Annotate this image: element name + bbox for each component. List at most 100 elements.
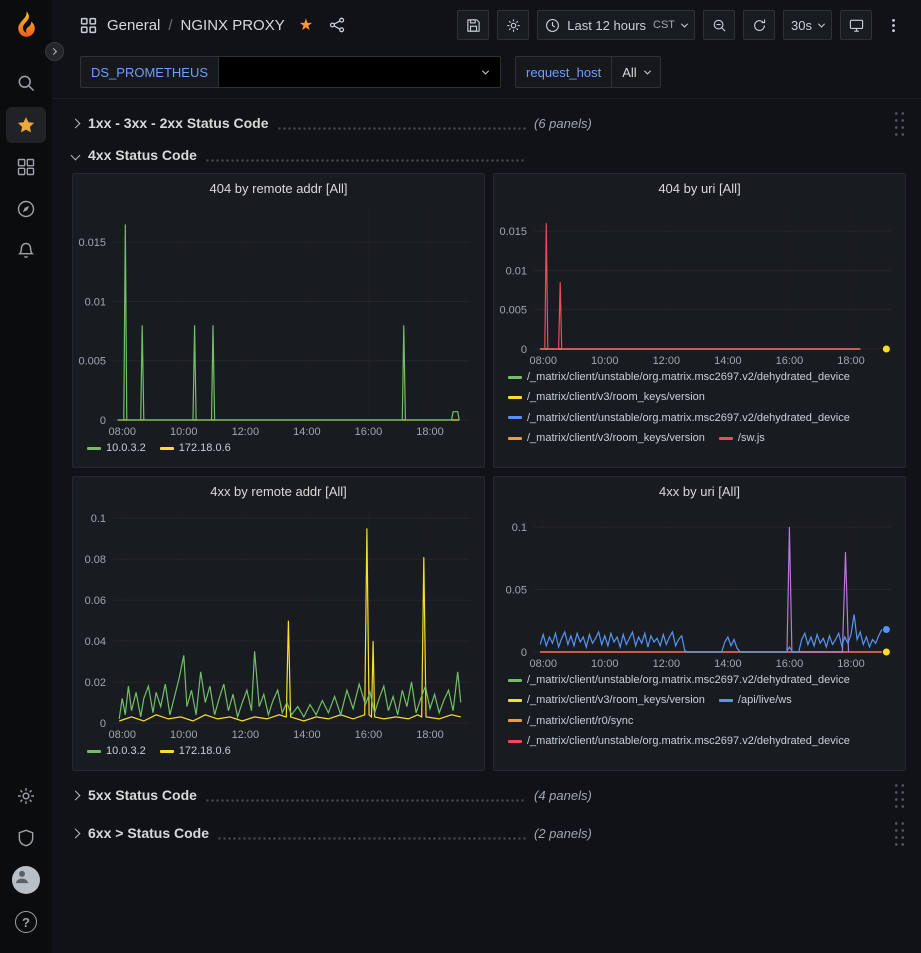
chart-legend: 10.0.3.2 172.18.0.6 — [73, 741, 484, 758]
variable-datasource: DS_PROMETHEUS — [80, 56, 501, 88]
svg-text:0.08: 0.08 — [85, 554, 106, 566]
row-title-group: 4xx Status Code — [72, 147, 534, 163]
legend-color-line — [508, 437, 522, 440]
row-4xx[interactable]: 4xx Status Code — [72, 141, 906, 169]
legend-item[interactable]: /_matrix/client/v3/room_keys/version — [508, 390, 705, 404]
compass-icon — [16, 199, 36, 219]
svg-text:18:00: 18:00 — [416, 729, 444, 741]
row-title[interactable]: 4xx Status Code — [88, 147, 197, 163]
grafana-logo[interactable] — [10, 9, 43, 42]
legend-item[interactable]: 172.18.0.6 — [160, 441, 231, 455]
sidebar-item-alerting[interactable] — [6, 233, 46, 269]
datasource-variable-label[interactable]: DS_PROMETHEUS — [80, 56, 219, 88]
favorite-star-icon[interactable]: ★ — [299, 15, 313, 35]
legend-item[interactable]: /_matrix/client/v3/room_keys/version — [508, 431, 705, 445]
panel-count: (2 panels) — [534, 826, 592, 841]
legend-item[interactable]: /_matrix/client/r0/sync — [508, 714, 633, 728]
svg-text:08:00: 08:00 — [108, 729, 136, 741]
request-host-variable-label[interactable]: request_host — [515, 56, 612, 88]
row-1xx-3xx-2xx[interactable]: 1xx - 3xx - 2xx Status Code (6 panels) — [72, 109, 906, 137]
variables-submenu: DS_PROMETHEUS request_host All — [52, 50, 921, 99]
dotted-leader — [205, 159, 526, 162]
sidebar-expand-chevron[interactable] — [45, 42, 64, 61]
cycle-view-mode-button[interactable] — [840, 10, 872, 40]
legend-item[interactable]: /_matrix/client/unstable/org.matrix.msc2… — [508, 411, 850, 425]
drag-handle-dots[interactable] — [893, 782, 906, 809]
caret-down-icon — [681, 20, 688, 27]
row-title[interactable]: 1xx - 3xx - 2xx Status Code — [88, 115, 269, 131]
svg-text:16:00: 16:00 — [355, 729, 383, 741]
legend-item[interactable]: 10.0.3.2 — [87, 441, 146, 455]
timeseries-chart-404-remote-addr[interactable]: 00.0050.010.01508:0010:0012:0014:0016:00… — [73, 202, 484, 438]
sidebar-item-search[interactable] — [6, 65, 46, 101]
chevron-right-icon — [71, 118, 81, 128]
refresh-interval-label: 30s — [791, 18, 812, 33]
sidebar-item-dashboards[interactable] — [6, 149, 46, 185]
zoom-out-time-button[interactable] — [703, 10, 735, 40]
legend-item[interactable]: /_matrix/client/unstable/org.matrix.msc2… — [508, 673, 850, 687]
time-zone-label: CST — [653, 19, 675, 31]
svg-text:08:00: 08:00 — [529, 355, 557, 367]
sidebar-item-configuration[interactable] — [6, 778, 46, 814]
time-range-picker[interactable]: Last 12 hours CST — [537, 10, 695, 40]
row-title-group: 6xx > Status Code — [72, 825, 534, 841]
legend-color-line — [508, 376, 522, 379]
panel-title[interactable]: 404 by uri [All] — [494, 174, 905, 202]
request-host-value-select[interactable]: All — [612, 56, 660, 88]
svg-text:10:00: 10:00 — [591, 658, 619, 670]
svg-text:16:00: 16:00 — [355, 426, 383, 438]
svg-text:0.015: 0.015 — [78, 237, 106, 249]
legend-item[interactable]: /_matrix/client/unstable/org.matrix.msc2… — [508, 370, 850, 384]
save-dashboard-button[interactable] — [457, 10, 489, 40]
sidebar-item-help[interactable]: ? — [6, 904, 46, 940]
row-6xx[interactable]: 6xx > Status Code (2 panels) — [72, 819, 906, 847]
legend-item[interactable]: 10.0.3.2 — [87, 744, 146, 758]
sidebar-item-server-admin[interactable] — [6, 820, 46, 856]
kebab-menu-button[interactable] — [880, 10, 906, 40]
chart-legend: /_matrix/client/unstable/org.matrix.msc2… — [494, 670, 905, 748]
settings-gear-icon — [506, 18, 521, 33]
svg-text:18:00: 18:00 — [416, 426, 444, 438]
sidebar-item-starred[interactable] — [6, 107, 46, 143]
timeseries-chart-404-uri[interactable]: 00.0050.010.01508:0010:0012:0014:0016:00… — [494, 202, 905, 367]
chevron-right-icon — [50, 48, 57, 55]
panel-title[interactable]: 4xx by uri [All] — [494, 477, 905, 505]
drag-handle-dots[interactable] — [893, 110, 906, 137]
legend-item[interactable]: 172.18.0.6 — [160, 744, 231, 758]
breadcrumb-folder[interactable]: General — [107, 17, 160, 34]
share-icon[interactable] — [329, 17, 345, 33]
legend-item[interactable]: /_matrix/client/v3/room_keys/version — [508, 693, 705, 707]
sidebar-item-explore[interactable] — [6, 191, 46, 227]
svg-text:0.1: 0.1 — [512, 522, 527, 534]
panel-404-by-remote-addr: 404 by remote addr [All] 00.0050.010.015… — [72, 173, 485, 468]
legend-item[interactable]: /api/live/ws — [719, 693, 792, 707]
datasource-value-select[interactable] — [219, 56, 501, 88]
dashboard-settings-button[interactable] — [497, 10, 529, 40]
legend-label: /_matrix/client/v3/room_keys/version — [527, 431, 705, 445]
chevron-right-icon — [71, 790, 81, 800]
timeseries-chart-4xx-remote-addr[interactable]: 00.020.040.060.080.108:0010:0012:0014:00… — [73, 505, 484, 741]
refresh-interval-dropdown[interactable]: 30s — [783, 10, 832, 40]
refresh-button[interactable] — [743, 10, 775, 40]
row-title[interactable]: 5xx Status Code — [88, 787, 197, 803]
apps-grid-icon[interactable] — [80, 17, 97, 34]
zoom-out-icon — [712, 18, 727, 33]
svg-text:14:00: 14:00 — [714, 658, 742, 670]
svg-text:0.05: 0.05 — [506, 585, 527, 597]
panel-count: (6 panels) — [534, 116, 592, 131]
breadcrumb-dashboard-title[interactable]: NGINX PROXY — [181, 17, 285, 34]
bell-icon — [16, 241, 36, 261]
panel-title[interactable]: 4xx by remote addr [All] — [73, 477, 484, 505]
timeseries-chart-4xx-uri[interactable]: 00.050.108:0010:0012:0014:0016:0018:00 — [494, 505, 905, 670]
legend-label: 172.18.0.6 — [179, 441, 231, 455]
svg-text:14:00: 14:00 — [293, 729, 321, 741]
row-title[interactable]: 6xx > Status Code — [88, 825, 209, 841]
legend-item[interactable]: /sw.js — [719, 431, 765, 445]
row-5xx[interactable]: 5xx Status Code (4 panels) — [72, 781, 906, 809]
drag-handle-dots[interactable] — [893, 820, 906, 847]
legend-item[interactable]: /_matrix/client/unstable/org.matrix.msc2… — [508, 734, 850, 748]
sidebar-item-profile[interactable] — [6, 862, 46, 898]
panel-title[interactable]: 404 by remote addr [All] — [73, 174, 484, 202]
legend-label: /sw.js — [738, 431, 765, 445]
legend-color-line — [508, 679, 522, 682]
